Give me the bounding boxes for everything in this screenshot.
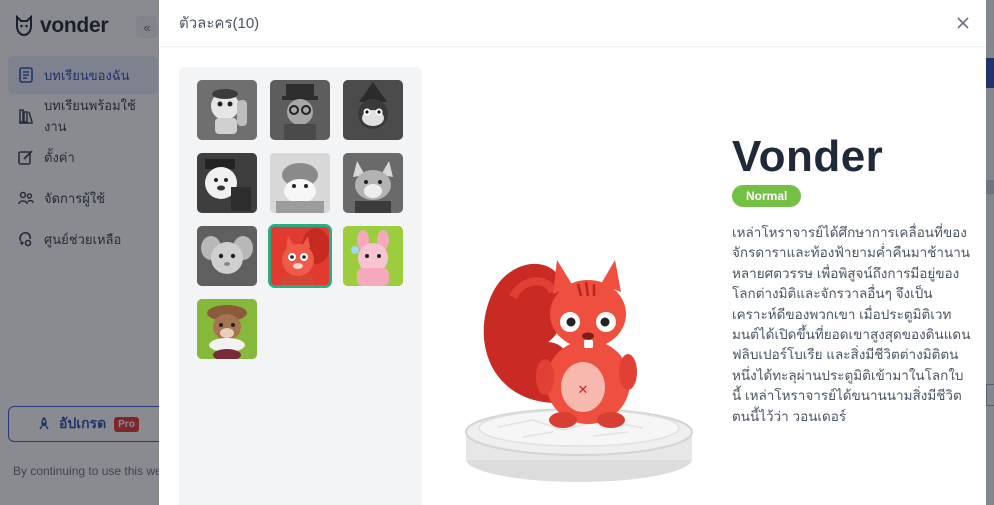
- character-thumbnail: [270, 153, 330, 213]
- close-button[interactable]: [954, 14, 972, 32]
- character-tile-9[interactable]: [343, 226, 403, 286]
- modal-title: ตัวละคร(10): [179, 15, 260, 32]
- character-thumbnail: [270, 80, 330, 140]
- close-icon: [957, 17, 969, 29]
- character-thumbnail: [197, 226, 257, 286]
- character-tile-6[interactable]: [343, 153, 403, 213]
- character-thumbnail: [343, 80, 403, 140]
- character-tile-4[interactable]: [197, 153, 257, 213]
- modal-header: ตัวละคร(10): [159, 0, 986, 47]
- character-modal: ตัวละคร(10) ✕ Vonder Normal เหล่าโหราจาร…: [159, 0, 986, 505]
- character-thumbnail: [270, 226, 330, 286]
- character-thumbnail: [197, 299, 257, 359]
- character-info: Vonder Normal เหล่าโหราจารย์ได้ศึกษาการเ…: [732, 132, 972, 427]
- character-tile-1[interactable]: [197, 80, 257, 140]
- character-tile-7[interactable]: [197, 226, 257, 286]
- character-description: เหล่าโหราจารย์ได้ศึกษาการเคลื่อนที่ของจั…: [732, 225, 971, 424]
- character-tile-5[interactable]: [270, 153, 330, 213]
- character-preview-image: ✕: [465, 260, 693, 482]
- character-thumbnail: [343, 153, 403, 213]
- character-tile-vonder[interactable]: [268, 224, 332, 288]
- character-thumbnail: [343, 226, 403, 286]
- character-thumbnail: [197, 80, 257, 140]
- character-thumbnail: [197, 153, 257, 213]
- character-tile-3[interactable]: [343, 80, 403, 140]
- character-tile-10[interactable]: [197, 299, 257, 359]
- rarity-badge: Normal: [732, 185, 802, 207]
- character-list-panel: [179, 67, 422, 505]
- character-grid: [197, 80, 403, 359]
- character-tile-2[interactable]: [270, 80, 330, 140]
- svg-text:✕: ✕: [578, 382, 589, 397]
- character-name: Vonder: [732, 132, 884, 181]
